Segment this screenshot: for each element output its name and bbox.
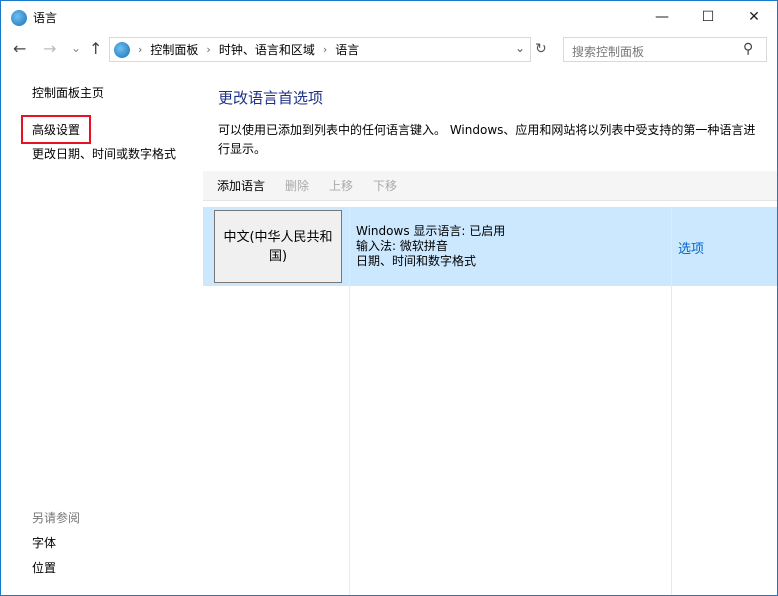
window-title: 语言 bbox=[33, 11, 58, 25]
address-dropdown-button[interactable]: ⌄ bbox=[515, 41, 525, 55]
forward-button[interactable]: → bbox=[43, 39, 56, 58]
page-description: 可以使用已添加到列表中的任何语言键入。 Windows、应用和网站将以列表中受支… bbox=[218, 123, 756, 156]
language-globe-icon bbox=[11, 9, 27, 26]
sidebar-change-date-format[interactable]: 更改日期、时间或数字格式 bbox=[32, 145, 176, 162]
address-bar[interactable]: › 控制面板 › 时钟、语言和区域 › 语言 bbox=[109, 37, 531, 62]
move-down-button[interactable]: 下移 bbox=[373, 177, 397, 194]
title-bar: 语言 bbox=[11, 9, 57, 26]
display-language-status: Windows 显示语言: 已启用 bbox=[356, 224, 506, 238]
language-info: Windows 显示语言: 已启用 输入法: 微软拼音 日期、时间和数字格式 bbox=[356, 224, 505, 269]
minimize-button[interactable]: — bbox=[639, 5, 685, 29]
recent-locations-button[interactable]: ⌄ bbox=[71, 41, 81, 55]
remove-button[interactable]: 删除 bbox=[285, 177, 309, 194]
maximize-button[interactable]: ☐ bbox=[685, 5, 731, 29]
add-language-button[interactable]: 添加语言 bbox=[217, 177, 265, 194]
input-method: 输入法: 微软拼音 bbox=[356, 239, 448, 253]
date-time-format: 日期、时间和数字格式 bbox=[356, 254, 477, 268]
move-up-button[interactable]: 上移 bbox=[329, 177, 353, 194]
language-options-link[interactable]: 选项 bbox=[678, 238, 704, 257]
see-also-location[interactable]: 位置 bbox=[32, 559, 56, 576]
column-divider bbox=[671, 207, 672, 595]
language-name-button[interactable]: 中文(中华人民共和国) bbox=[214, 210, 342, 283]
see-also-heading: 另请参阅 bbox=[32, 511, 81, 525]
sidebar-control-panel-home[interactable]: 控制面板主页 bbox=[32, 84, 104, 101]
language-window: 语言 — ☐ ✕ ← → ⌄ ↑ › 控制面板 › 时钟、语言和区域 › 语言 … bbox=[0, 0, 778, 596]
breadcrumb-control-panel[interactable]: 控制面板 bbox=[150, 41, 198, 58]
language-globe-icon bbox=[114, 41, 130, 58]
up-button[interactable]: ↑ bbox=[89, 39, 102, 58]
back-button[interactable]: ← bbox=[13, 39, 26, 58]
page-title: 更改语言首选项 bbox=[218, 89, 324, 107]
sidebar-advanced-settings[interactable]: 高级设置 bbox=[21, 115, 92, 144]
language-toolbar: 添加语言 删除 上移 下移 bbox=[203, 171, 777, 201]
breadcrumb-clock-region[interactable]: 时钟、语言和区域 bbox=[219, 41, 315, 58]
breadcrumb-language[interactable]: 语言 bbox=[335, 41, 359, 58]
close-button[interactable]: ✕ bbox=[731, 5, 777, 29]
chevron-right-icon: › bbox=[206, 43, 211, 56]
refresh-button[interactable]: ↻ bbox=[535, 41, 547, 57]
column-divider bbox=[349, 207, 350, 595]
chevron-right-icon: › bbox=[138, 43, 143, 56]
see-also-fonts[interactable]: 字体 bbox=[32, 534, 56, 551]
search-input[interactable]: 搜索控制面板 bbox=[563, 37, 767, 62]
search-icon: ⚲ bbox=[743, 41, 754, 57]
chevron-right-icon: › bbox=[322, 43, 328, 56]
